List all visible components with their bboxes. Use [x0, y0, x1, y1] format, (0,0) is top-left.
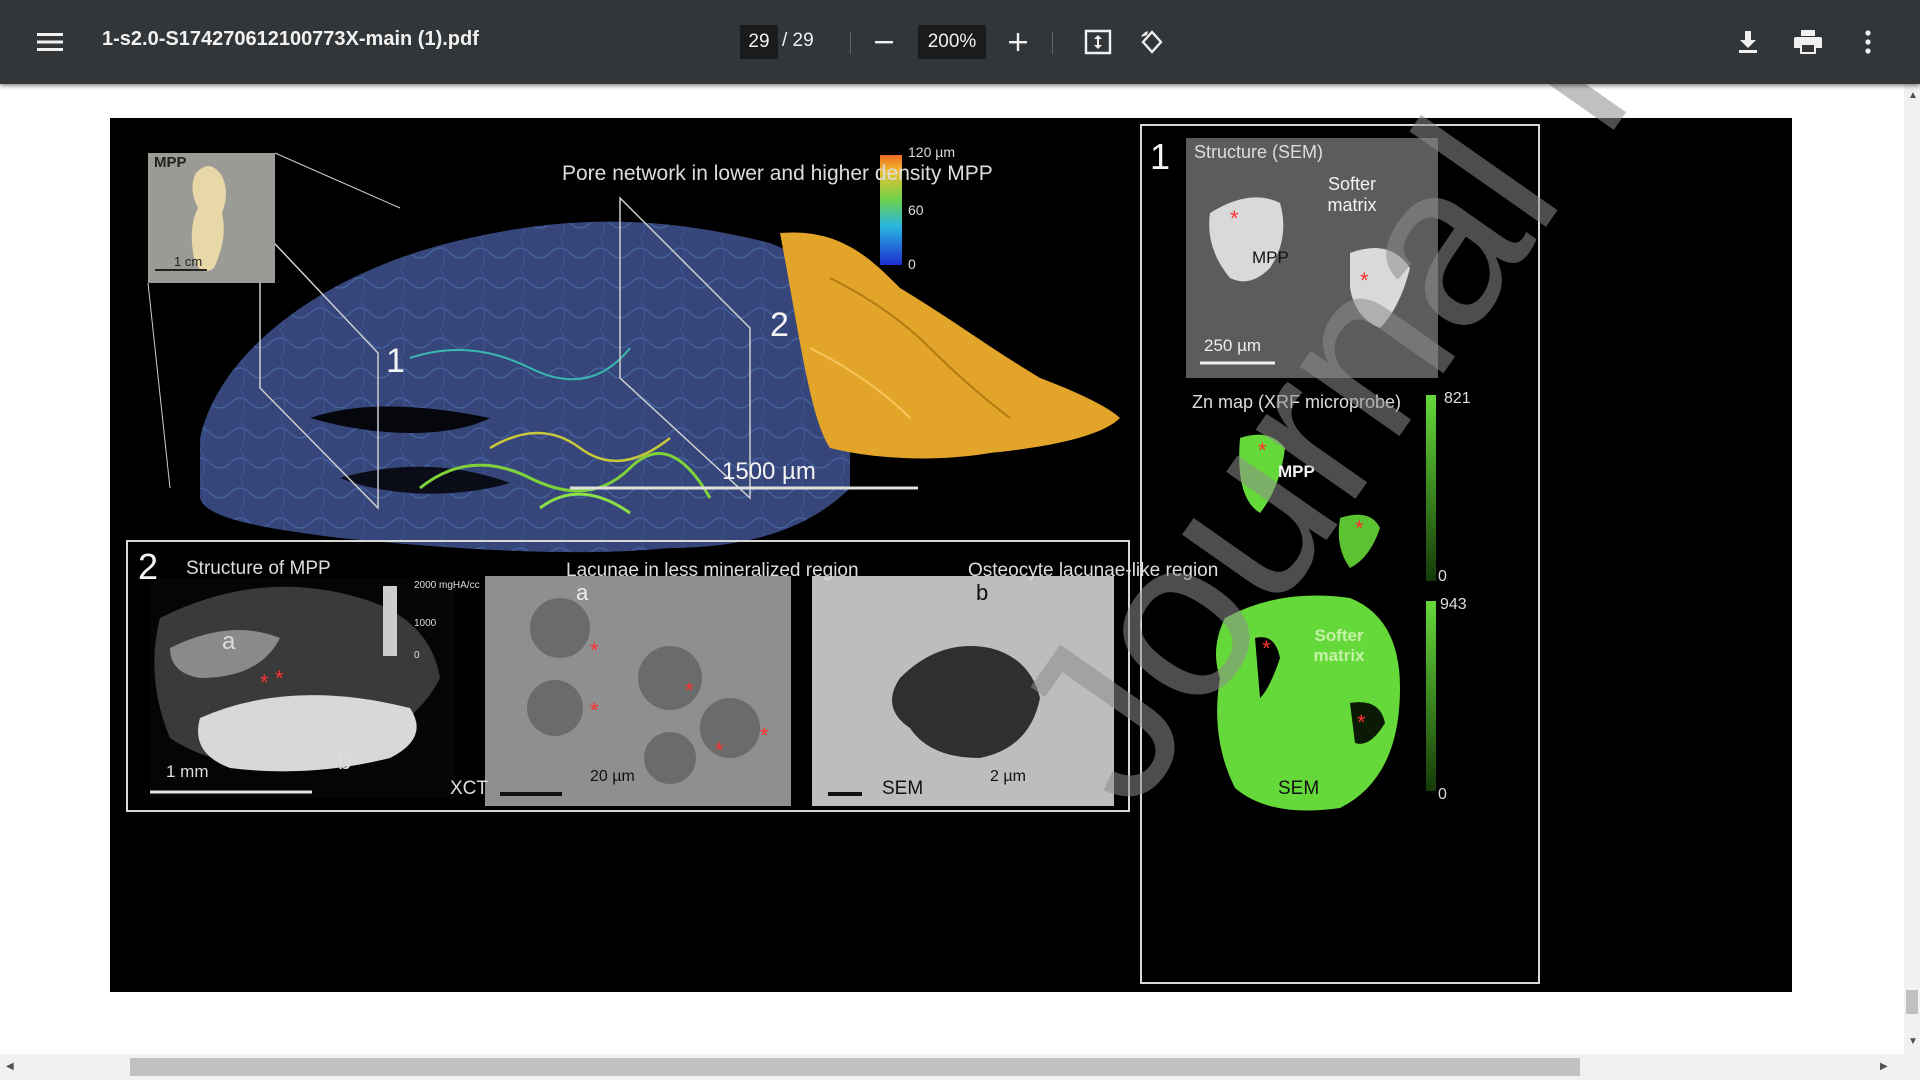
more-options-icon[interactable]	[1848, 22, 1888, 62]
section-marker-1: 1	[386, 342, 405, 380]
document-viewport[interactable]: * * * * * * * * * * * * * MPP 1 cm Pore network…	[0, 84, 1904, 1054]
horizontal-scroll-thumb[interactable]	[130, 1058, 1580, 1076]
page-number-input[interactable]: 29	[740, 25, 778, 59]
region-b-label: b	[338, 748, 352, 775]
document-title: 1-s2.0-S174270612100773X-main (1).pdf	[102, 28, 479, 50]
panel-a-letter: a	[576, 580, 589, 605]
panel-b-scale: 2 µm	[990, 768, 1026, 785]
pdf-toolbar: 1-s2.0-S174270612100773X-main (1).pdf 29…	[0, 0, 1920, 84]
zn-map-title: Zn map (XRF microprobe)	[1192, 392, 1402, 412]
toolbar-divider	[1052, 32, 1053, 54]
panel-1-number: 1	[1150, 136, 1171, 177]
colorbar-mid: 60	[908, 202, 924, 218]
panel-2-legend-top: 2000 mgHA/cc	[414, 580, 480, 591]
zn-softer-matrix-label: Softer matrix	[1313, 626, 1365, 665]
panel-1-frame	[1140, 124, 1540, 984]
colorbar-max: 120 µm	[908, 144, 955, 160]
inset-label: MPP	[154, 154, 187, 171]
softer-matrix-label: Softer matrix	[1327, 174, 1377, 215]
zn-colorbar-max-2: 943	[1440, 596, 1467, 613]
zn-colorbar-min-2: 0	[1438, 786, 1447, 803]
figure-image: * * * * * * * * * * * * * MPP 1 cm Pore network…	[110, 118, 1792, 992]
horizontal-scrollbar[interactable]: ◀ ▶	[0, 1054, 1920, 1080]
panel-a-scale: 20 µm	[590, 768, 635, 785]
panel-2-scale: 1 mm	[166, 762, 209, 781]
zoom-level-input[interactable]: 200%	[918, 25, 986, 59]
page-total: / 29	[782, 30, 814, 51]
panel-2-title: Structure of MPP	[186, 558, 331, 579]
zoom-in-icon[interactable]	[998, 22, 1038, 62]
rotate-icon[interactable]	[1132, 22, 1172, 62]
top-title: Pore network in lower and higher density…	[562, 162, 993, 185]
scroll-right-arrow-icon[interactable]: ▶	[1880, 1061, 1888, 1072]
section-marker-2: 2	[770, 306, 789, 344]
sem-title: Structure (SEM)	[1194, 142, 1324, 162]
region-a-label: a	[222, 628, 236, 655]
top-scale-label: 1500 µm	[722, 458, 816, 485]
menu-icon[interactable]	[30, 22, 70, 62]
print-icon[interactable]	[1788, 22, 1828, 62]
panel-2-legend-mid: 1000	[414, 618, 437, 629]
fit-page-icon[interactable]	[1078, 22, 1118, 62]
sem-mpp-label: MPP	[1252, 248, 1289, 267]
panel-2-number: 2	[138, 546, 159, 587]
panel-a-modality: SEM	[882, 778, 924, 799]
panel-b-letter: b	[976, 580, 989, 605]
panel-a-title: Lacunae in less mineralized region	[566, 560, 859, 581]
download-icon[interactable]	[1728, 22, 1768, 62]
scroll-down-arrow-icon[interactable]: ▼	[1908, 1036, 1918, 1047]
inset-scale: 1 cm	[174, 254, 203, 269]
colorbar-min: 0	[908, 256, 916, 272]
panel-b-modality: SEM	[1278, 778, 1320, 799]
toolbar-divider	[850, 32, 851, 54]
zn-colorbar-min-1: 0	[1438, 568, 1447, 585]
scroll-up-arrow-icon[interactable]: ▲	[1908, 90, 1918, 101]
panel-2-modality: XCT	[450, 778, 488, 799]
panel-b-title: Osteocyte lacunae-like region	[968, 560, 1219, 581]
scroll-left-arrow-icon[interactable]: ◀	[6, 1061, 14, 1072]
zn-mpp-label: MPP	[1278, 462, 1315, 481]
vertical-scroll-thumb[interactable]	[1906, 990, 1918, 1014]
zn-colorbar-max-1: 821	[1444, 390, 1471, 407]
zoom-out-icon[interactable]	[864, 22, 904, 62]
sem-scale: 250 µm	[1204, 336, 1262, 355]
panel-2-legend-bottom: 0	[414, 650, 420, 661]
vertical-scrollbar[interactable]: ▲ ▼	[1904, 84, 1920, 1054]
